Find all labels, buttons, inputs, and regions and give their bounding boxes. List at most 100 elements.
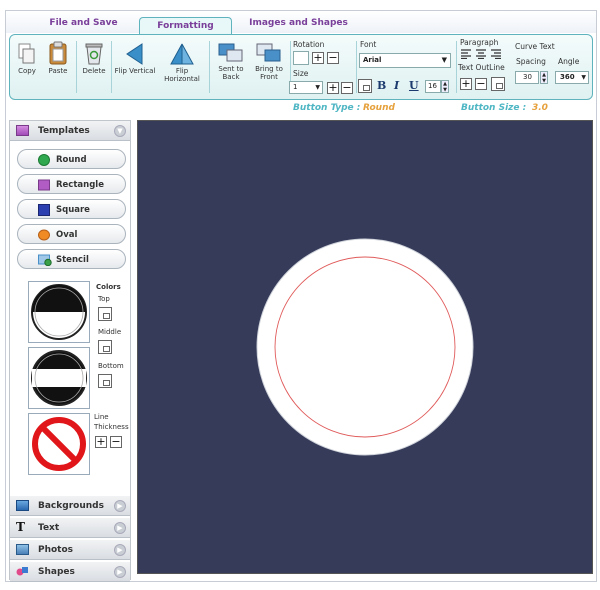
flip-vertical-button[interactable]: Flip Vertical (114, 43, 156, 75)
design-canvas[interactable] (137, 120, 593, 574)
size-label: Size (293, 69, 309, 78)
align-center-icon[interactable] (476, 49, 486, 59)
middle-color-label: Middle (98, 328, 122, 336)
font-color-picker[interactable] (358, 79, 372, 93)
outline-color-picker[interactable] (491, 77, 505, 91)
shape-rectangle-label: Rectangle (56, 180, 104, 190)
rotation-input[interactable] (293, 51, 309, 65)
line-label: Line (94, 413, 109, 421)
recycle-bin-icon (85, 43, 103, 65)
shape-stencil-button[interactable]: Stencil (17, 249, 126, 269)
bold-button[interactable]: B (377, 79, 386, 92)
top-color-picker[interactable] (98, 307, 112, 321)
send-to-back-icon (218, 43, 243, 62)
chevron-right-icon: ▶ (114, 522, 126, 534)
blue-square-icon (38, 204, 50, 216)
tab-formatting[interactable]: Formatting (139, 17, 232, 35)
send-to-back-label-1: Sent to (218, 65, 244, 73)
spacing-input[interactable]: 30 (515, 71, 539, 84)
text-outline-label: Text OutLine (458, 63, 505, 72)
ribbon-separator (111, 41, 112, 93)
spacing-label: Spacing (516, 57, 546, 66)
backgrounds-icon (16, 500, 29, 511)
shape-rectangle-button[interactable]: Rectangle (17, 174, 126, 194)
size-select[interactable]: 1 ▼ (289, 81, 323, 94)
rotation-minus-button[interactable]: − (327, 52, 339, 64)
outline-plus-button[interactable]: + (460, 78, 472, 90)
copy-icon (18, 43, 35, 64)
font-label: Font (360, 40, 377, 49)
photos-icon (16, 544, 29, 555)
size-plus-button[interactable]: + (327, 82, 339, 94)
band-button-preview (31, 350, 87, 406)
rotation-plus-button[interactable]: + (312, 52, 324, 64)
font-select[interactable]: Arial ▼ (359, 53, 451, 68)
font-value: Arial (363, 56, 382, 64)
paste-button[interactable]: Paste (44, 41, 72, 75)
bring-to-front-label-2: Front (260, 73, 278, 81)
angle-select[interactable]: 360 ▼ (555, 71, 589, 84)
flip-horizontal-button[interactable]: Flip Horizontal (158, 43, 206, 83)
flip-vertical-icon (126, 43, 143, 65)
thickness-label: Thickness (94, 423, 129, 431)
ribbon-separator (356, 41, 357, 93)
templates-header[interactable]: Templates ▼ (10, 121, 130, 141)
template-band[interactable] (28, 347, 90, 409)
thickness-minus-button[interactable]: − (110, 436, 122, 448)
font-size-stepper[interactable]: ▲ ▼ (441, 80, 449, 93)
text-header[interactable]: T Text ▶ (10, 518, 130, 538)
thickness-plus-button[interactable]: + (95, 436, 107, 448)
orange-oval-icon (38, 229, 50, 241)
purple-rectangle-icon (38, 179, 50, 191)
colors-label: Colors (96, 283, 121, 291)
stencil-icon (38, 254, 52, 266)
templates-label: Templates (38, 126, 90, 136)
canvas-drawing (256, 238, 474, 456)
underline-button[interactable]: U (409, 79, 419, 92)
rotation-label: Rotation (293, 40, 325, 49)
middle-color-picker[interactable] (98, 340, 112, 354)
align-right-icon[interactable] (491, 49, 501, 59)
copy-button[interactable]: Copy (14, 43, 40, 75)
italic-button[interactable]: I (394, 79, 399, 92)
formatting-ribbon: Copy Paste Delete Flip Vertical Flip Hor… (9, 34, 593, 100)
angle-label: Angle (558, 57, 580, 66)
tab-images-and-shapes[interactable]: Images and Shapes (236, 13, 361, 33)
angle-value: 360 (560, 73, 575, 81)
chevron-down-icon: ▼ (581, 74, 586, 81)
template-prohibited[interactable] (28, 413, 90, 475)
app-window: File and Save Formatting Images and Shap… (5, 10, 597, 582)
shape-square-button[interactable]: Square (17, 199, 126, 219)
chevron-down-icon: ▼ (114, 125, 126, 137)
ribbon-separator (76, 41, 77, 93)
spacing-stepper[interactable]: ▲ ▼ (540, 71, 548, 84)
font-size-input[interactable]: 16 (425, 80, 441, 93)
shapes-label: Shapes (38, 567, 75, 577)
shapes-header[interactable]: Shapes ▶ (10, 562, 130, 582)
status-row: Button Type : Round Button Size : 3.0 (6, 103, 596, 117)
copy-label: Copy (18, 67, 36, 75)
bring-to-front-button[interactable]: Bring to Front (251, 43, 287, 81)
template-half-black[interactable] (28, 281, 90, 343)
flip-horizontal-label: Flip Horizontal (164, 67, 200, 83)
shape-oval-button[interactable]: Oval (17, 224, 126, 244)
tab-bar: File and Save Formatting Images and Shap… (6, 11, 596, 35)
align-left-icon[interactable] (461, 49, 471, 59)
send-to-back-button[interactable]: Sent to Back (213, 43, 249, 81)
outline-minus-button[interactable]: − (475, 78, 487, 90)
curve-text-label: Curve Text (515, 42, 555, 51)
delete-button[interactable]: Delete (80, 41, 108, 75)
photos-label: Photos (38, 545, 74, 555)
shape-square-label: Square (56, 205, 90, 215)
bottom-color-picker[interactable] (98, 374, 112, 388)
tab-file-and-save[interactable]: File and Save (26, 13, 141, 33)
photos-header[interactable]: Photos ▶ (10, 540, 130, 560)
top-color-label: Top (98, 295, 110, 303)
shape-round-button[interactable]: Round (17, 149, 126, 169)
ribbon-separator (209, 41, 210, 93)
backgrounds-header[interactable]: Backgrounds ▶ (10, 496, 130, 516)
button-shape[interactable] (256, 238, 474, 456)
text-label: Text (38, 523, 60, 533)
templates-icon (16, 125, 29, 136)
size-minus-button[interactable]: − (341, 82, 353, 94)
